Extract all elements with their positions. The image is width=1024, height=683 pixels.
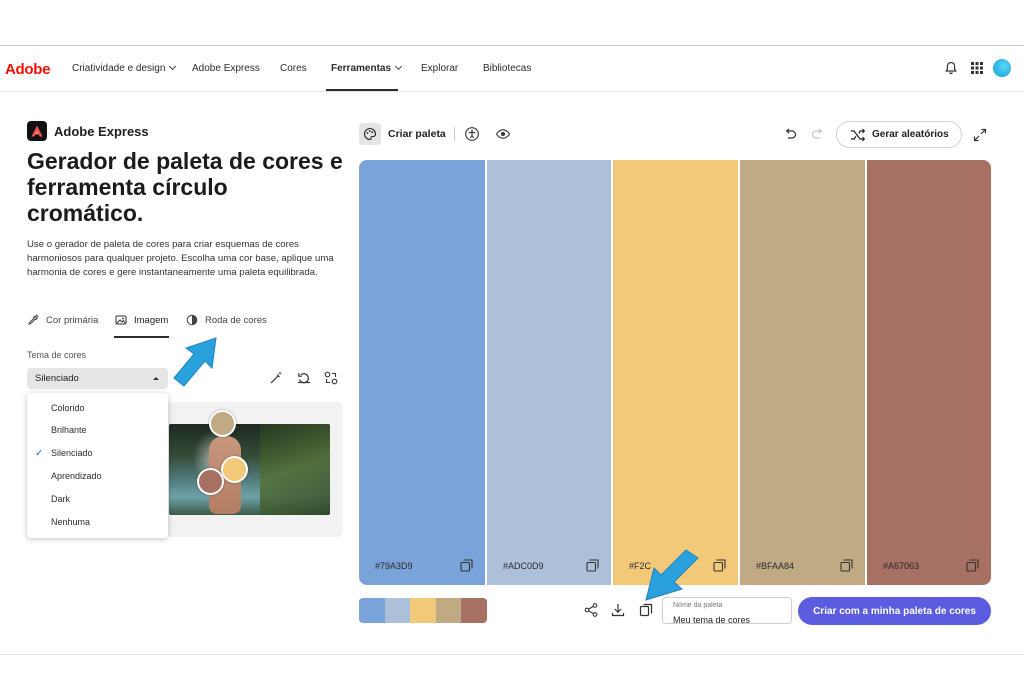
color-swatch[interactable]: #A67063 — [865, 160, 991, 585]
hex-code[interactable]: #BFAA84 — [756, 561, 794, 571]
theme-selected-value: Silenciado — [35, 373, 79, 384]
create-palette-label: Criar paleta — [388, 128, 446, 140]
download-icon[interactable] — [610, 602, 626, 618]
color-wheel-icon — [186, 314, 198, 326]
theme-select[interactable]: Silenciado — [27, 368, 168, 389]
nav-item-cores[interactable]: Cores — [280, 63, 307, 74]
accessibility-icon[interactable] — [464, 126, 480, 142]
menu-item-nenhuma[interactable]: Nenhuma — [51, 517, 90, 527]
reset-icon[interactable] — [296, 370, 312, 386]
theme-label: Tema de cores — [27, 350, 87, 360]
shuffle-icon — [851, 128, 866, 141]
nav-label: Cores — [280, 63, 307, 74]
adobe-express-logo-icon — [27, 121, 47, 141]
copy-palette-icon[interactable] — [638, 602, 654, 618]
copy-icon[interactable] — [713, 559, 726, 572]
tab-roda-de-cores[interactable]: Roda de cores — [186, 314, 267, 326]
nav-label: Bibliotecas — [483, 63, 532, 74]
nav-label: Ferramentas — [331, 63, 392, 74]
generate-random-button[interactable]: Gerar aleatórios — [836, 121, 962, 148]
copy-icon[interactable] — [586, 559, 599, 572]
menu-item-dark[interactable]: Dark — [51, 494, 70, 504]
annotation-arrow-icon — [645, 549, 699, 601]
page: Adobe Criatividade e design Adobe Expres… — [0, 0, 1024, 683]
create-with-palette-button[interactable]: Criar com a minha paleta de cores — [798, 597, 991, 625]
nav-active-indicator — [326, 89, 398, 91]
color-picker-handle[interactable] — [197, 468, 224, 495]
mini-swatch — [359, 598, 385, 623]
nav-label: Explorar — [421, 63, 459, 74]
generate-random-label: Gerar aleatórios — [872, 129, 949, 140]
tab-label: Imagem — [134, 314, 169, 326]
theme-dropdown-menu: Colorido Brilhante ✓ Silenciado Aprendiz… — [27, 393, 168, 538]
bell-icon[interactable] — [943, 60, 959, 76]
tab-label: Cor primária — [46, 314, 99, 326]
express-a-icon — [31, 125, 43, 137]
copy-icon[interactable] — [840, 559, 853, 572]
nav-item-criatividade[interactable]: Criatividade e design — [72, 62, 177, 74]
photo-foliage — [260, 424, 330, 515]
copy-icon[interactable] — [966, 559, 979, 572]
nav-item-bibliotecas[interactable]: Bibliotecas — [483, 63, 531, 74]
share-icon[interactable] — [583, 602, 599, 618]
palette-swatches: #79A3D9 #ADC0D9 #F2C #BFAA84 #A67063 — [359, 160, 991, 585]
top-nav: Adobe Criatividade e design Adobe Expres… — [0, 46, 1024, 92]
palette-name-input[interactable] — [673, 615, 781, 625]
tab-active-indicator — [114, 336, 169, 338]
toolbar-divider — [454, 127, 455, 141]
chevron-down-icon — [169, 62, 177, 71]
color-swatch[interactable]: #F2C — [611, 160, 738, 585]
nav-label: Criatividade e design — [72, 63, 166, 74]
image-icon — [115, 315, 127, 325]
apps-grid-icon[interactable] — [969, 60, 985, 76]
nav-label: Adobe Express — [192, 63, 260, 74]
copy-icon[interactable] — [460, 559, 473, 572]
adobe-logo[interactable]: Adobe — [5, 61, 50, 78]
swap-colors-icon[interactable] — [323, 370, 339, 386]
chevron-down-icon — [394, 62, 403, 71]
checkmark-icon: ✓ — [35, 448, 44, 459]
tab-cor-primaria[interactable]: Cor primária — [27, 314, 98, 326]
palette-icon — [359, 123, 381, 145]
create-palette-control[interactable]: Criar paleta — [359, 122, 446, 146]
eye-icon[interactable] — [495, 126, 511, 142]
undo-icon[interactable] — [782, 126, 798, 142]
avatar[interactable] — [993, 59, 1011, 77]
brand-name: Adobe Express — [54, 123, 149, 139]
page-title: Gerador de paleta de cores e ferramenta … — [27, 148, 343, 226]
mini-swatch — [384, 598, 411, 623]
eyedropper-icon — [28, 314, 39, 326]
brand-header: Adobe Express — [27, 121, 149, 141]
color-swatch[interactable]: #BFAA84 — [738, 160, 865, 585]
redo-icon[interactable] — [810, 126, 826, 142]
page-description: Use o gerador de paleta de cores para cr… — [27, 239, 334, 278]
color-swatch[interactable]: #79A3D9 — [359, 160, 485, 585]
caret-up-icon — [153, 377, 159, 380]
color-picker-handle[interactable] — [221, 456, 248, 483]
color-swatch[interactable]: #ADC0D9 — [485, 160, 611, 585]
menu-item-colorido[interactable]: Colorido — [51, 403, 85, 413]
hex-code[interactable]: #79A3D9 — [375, 561, 413, 571]
nav-item-explorar[interactable]: Explorar — [421, 63, 458, 74]
menu-item-aprendizado[interactable]: Aprendizado — [51, 471, 102, 481]
source-photo[interactable] — [169, 424, 330, 515]
mini-swatch — [435, 598, 462, 623]
mini-swatch — [461, 598, 487, 623]
tab-imagem[interactable]: Imagem — [115, 314, 168, 326]
magic-wand-icon[interactable] — [268, 370, 284, 386]
menu-item-silenciado[interactable]: Silenciado — [51, 448, 93, 458]
nav-item-adobe-express[interactable]: Adobe Express — [192, 63, 260, 74]
page-bottom-divider — [0, 654, 1024, 655]
hex-code[interactable]: #ADC0D9 — [503, 561, 544, 571]
tab-label: Roda de cores — [205, 314, 267, 326]
annotation-arrow-icon — [173, 337, 217, 387]
mini-swatch — [410, 598, 436, 623]
color-picker-handle[interactable] — [209, 410, 236, 437]
hex-code[interactable]: #A67063 — [883, 561, 919, 571]
menu-item-brilhante[interactable]: Brilhante — [51, 425, 87, 435]
nav-item-ferramentas[interactable]: Ferramentas — [331, 62, 403, 74]
palette-preview-strip — [359, 598, 487, 623]
expand-icon[interactable] — [972, 127, 988, 143]
